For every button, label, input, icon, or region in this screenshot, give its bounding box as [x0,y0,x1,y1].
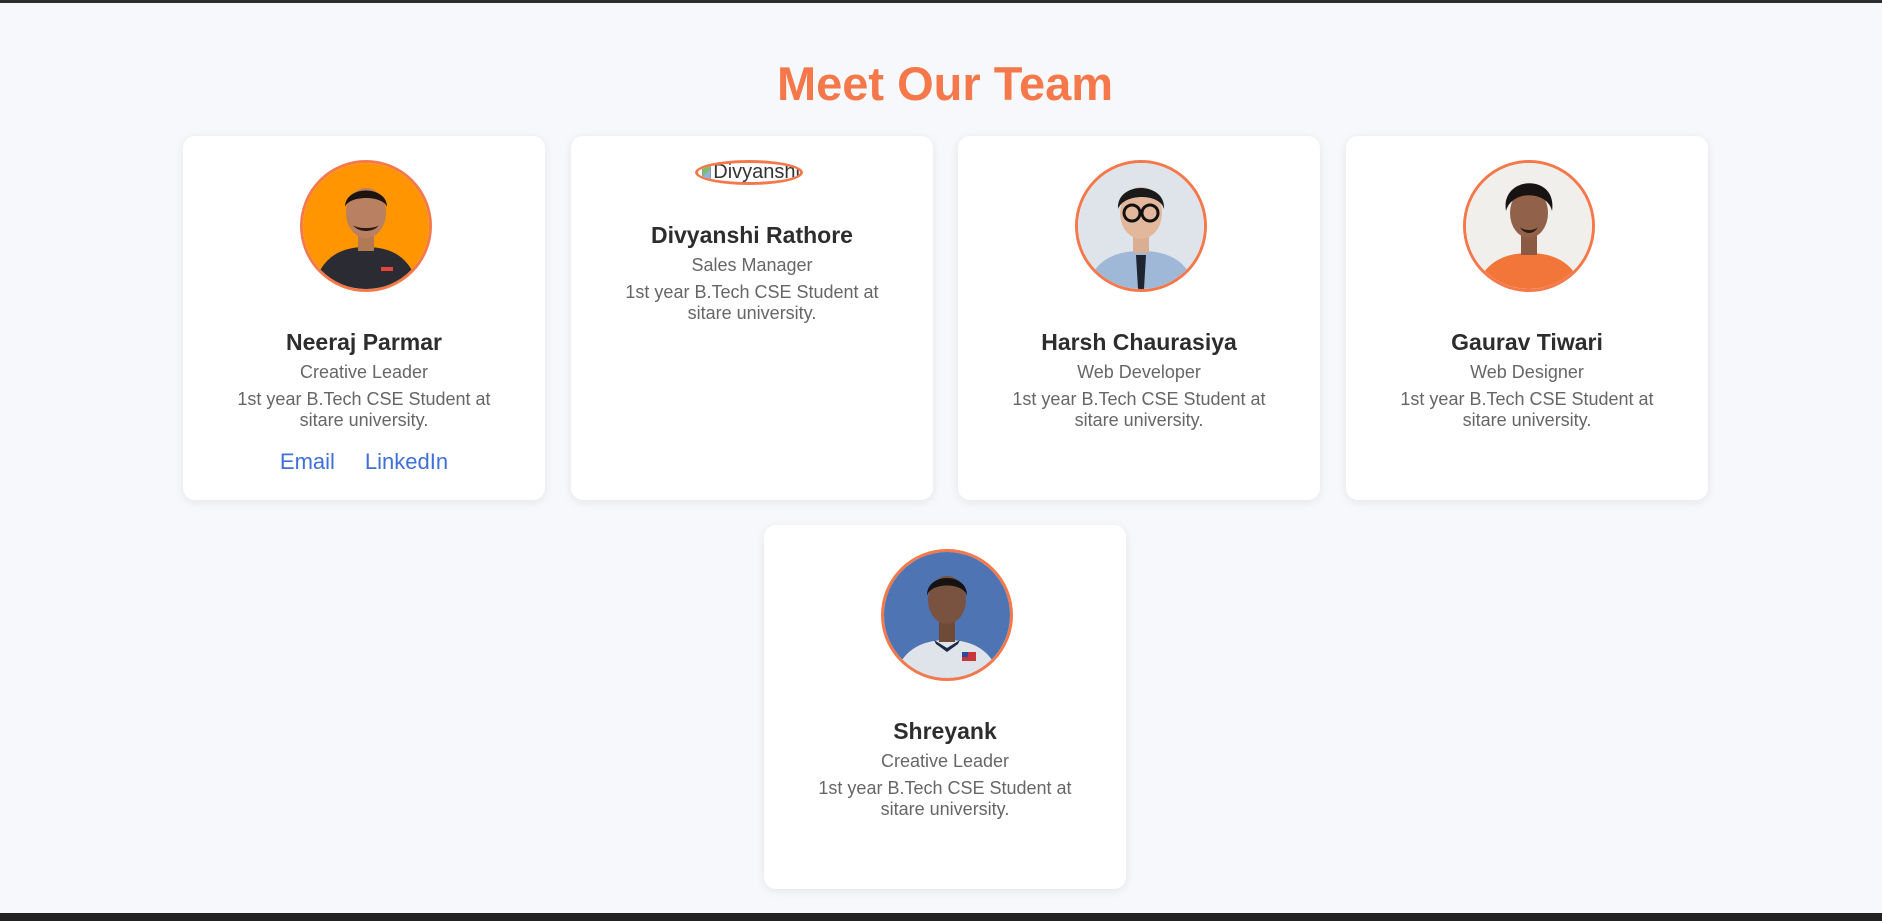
member-role: Sales Manager [691,255,813,275]
broken-image: Divyanshi [695,160,803,185]
member-name: Harsh Chaurasiya [1041,329,1237,355]
top-border [0,0,1882,3]
broken-image-icon [702,164,712,181]
member-name: Divyanshi Rathore [651,222,853,248]
member-description: 1st year B.Tech CSE Student at sitare un… [818,778,1072,819]
team-card-harsh: Harsh Chaurasiya Web Developer 1st year … [958,136,1320,500]
avatar [300,160,432,292]
member-role: Web Developer [1077,362,1201,382]
bottom-border [0,913,1882,921]
page-title: Meet Our Team [776,57,1114,110]
member-role: Web Designer [1470,362,1584,382]
avatar [1075,160,1207,292]
member-name: Shreyank [893,718,997,744]
team-card-divyanshi: Divyanshi Divyanshi Rathore Sales Manage… [571,136,933,500]
member-name: Neeraj Parmar [286,329,442,355]
member-description: 1st year B.Tech CSE Student at sitare un… [1400,389,1654,430]
member-role: Creative Leader [880,751,1010,771]
member-description: 1st year B.Tech CSE Student at sitare un… [625,282,879,323]
email-link[interactable]: Email [280,449,335,475]
team-card-shreyank: Shreyank Creative Leader 1st year B.Tech… [764,525,1126,889]
member-description: 1st year B.Tech CSE Student at sitare un… [237,389,491,430]
avatar [1463,160,1595,292]
avatar [881,549,1013,681]
image-alt-text: Divyanshi [713,161,800,183]
member-role: Creative Leader [299,362,429,382]
member-links: Email LinkedIn [183,449,545,475]
member-name: Gaurav Tiwari [1451,329,1603,355]
team-card-gaurav: Gaurav Tiwari Web Designer 1st year B.Te… [1346,136,1708,500]
member-description: 1st year B.Tech CSE Student at sitare un… [1012,389,1266,430]
team-card-neeraj: Neeraj Parmar Creative Leader 1st year B… [183,136,545,500]
linkedin-link[interactable]: LinkedIn [365,449,448,475]
